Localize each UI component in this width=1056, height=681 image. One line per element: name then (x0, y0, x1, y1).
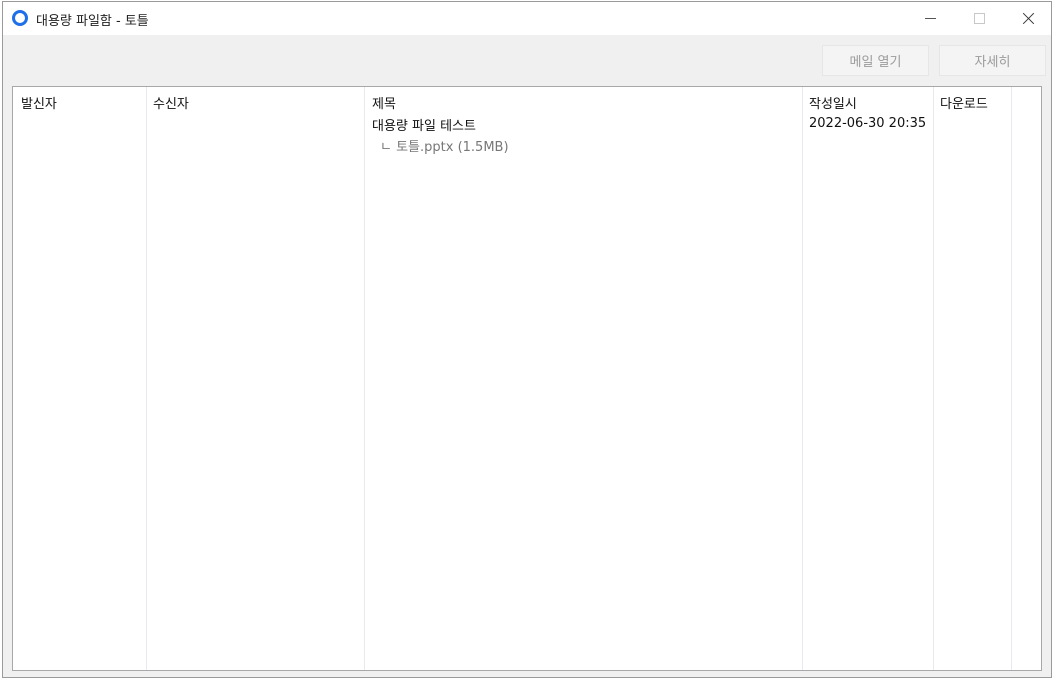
column-divider[interactable] (364, 87, 365, 670)
row-subject[interactable]: 대용량 파일 테스트 (372, 115, 476, 134)
row-attachment[interactable]: ㄴ 토틀.pptx (1.5MB) (380, 136, 509, 155)
close-button[interactable] (1003, 2, 1053, 35)
close-icon (1022, 12, 1035, 25)
title-bar[interactable]: 대용량 파일함 - 토틀 (3, 2, 1051, 35)
mail-file-table[interactable]: 발신자 수신자 제목 작성일시 다운로드 대용량 파일 테스트 ㄴ 토틀.ppt… (12, 86, 1042, 671)
app-logo-icon (12, 10, 28, 26)
maximize-icon (973, 13, 985, 24)
column-divider[interactable] (146, 87, 147, 670)
column-divider[interactable] (933, 87, 934, 670)
minimize-button[interactable] (905, 2, 955, 35)
window-title: 대용량 파일함 - 토틀 (36, 14, 149, 29)
app-window: 대용량 파일함 - 토틀 메일 열기 자세히 발신자 수신자 제목 작성일시 다… (2, 1, 1052, 678)
column-divider[interactable] (1011, 87, 1012, 670)
open-mail-button[interactable]: 메일 열기 (822, 45, 929, 76)
column-header-download[interactable]: 다운로드 (940, 93, 988, 112)
column-header-subject[interactable]: 제목 (372, 93, 396, 112)
details-button[interactable]: 자세히 (939, 45, 1046, 76)
column-header-sender[interactable]: 발신자 (21, 93, 57, 112)
column-header-recipient[interactable]: 수신자 (153, 93, 189, 112)
column-divider[interactable] (802, 87, 803, 670)
column-header-date[interactable]: 작성일시 (809, 93, 857, 112)
row-date: 2022-06-30 20:35 (809, 116, 927, 131)
maximize-button[interactable] (954, 2, 1004, 35)
minimize-icon (924, 18, 936, 19)
